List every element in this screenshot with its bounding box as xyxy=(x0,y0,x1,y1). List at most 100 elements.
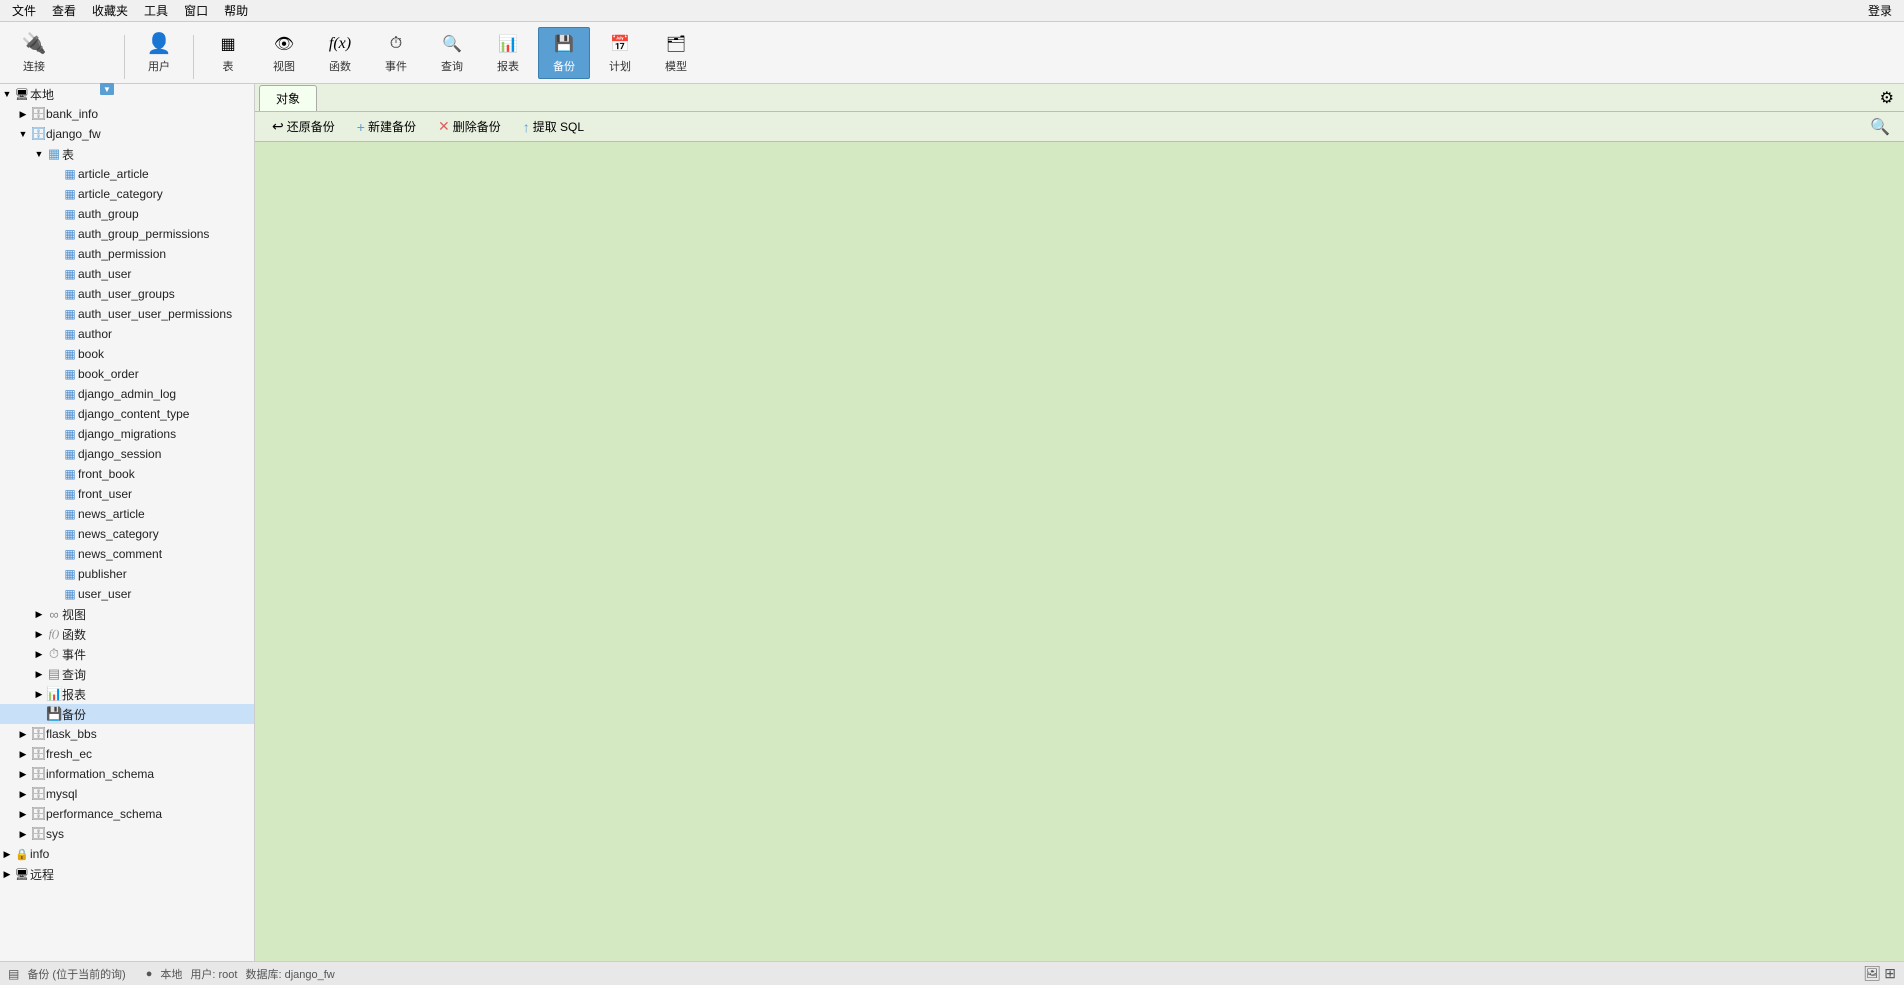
db-icon: 🗄 xyxy=(30,726,46,742)
sidebar-group-queries[interactable]: ▶ ▤ 查询 xyxy=(0,664,254,684)
sidebar-table-article_article[interactable]: ▦ article_article xyxy=(0,164,254,184)
sidebar-table-book_order[interactable]: ▦ book_order xyxy=(0,364,254,384)
dropdown-arrow: ▼ xyxy=(103,85,111,94)
sidebar-item-sys[interactable]: ▶ 🗄 sys xyxy=(0,824,254,844)
delete-backup-btn[interactable]: ✕ 删除备份 xyxy=(429,115,510,138)
sidebar-table-user_user[interactable]: ▦ user_user xyxy=(0,584,254,604)
sidebar-table-front_book[interactable]: ▦ front_book xyxy=(0,464,254,484)
table-row-icon: ▦ xyxy=(62,387,78,401)
sidebar-item-django_fw[interactable]: ▼ 🗄 django_fw xyxy=(0,124,254,144)
action-bar: ↩ 还原备份 + 新建备份 ✕ 删除备份 ↑ 提取 SQL 🔍 xyxy=(255,112,1904,142)
sidebar-item-info[interactable]: ▶ 🔒 info xyxy=(0,844,254,864)
sidebar-item-mysql[interactable]: ▶ 🗄 mysql xyxy=(0,784,254,804)
sidebar-table-auth_permission[interactable]: ▦ auth_permission xyxy=(0,244,254,264)
table-row-icon: ▦ xyxy=(62,167,78,181)
table-name-label: django_session xyxy=(78,447,254,461)
sidebar-item-flask_bbs[interactable]: ▶ 🗄 flask_bbs xyxy=(0,724,254,744)
sidebar-remote-header[interactable]: ▶ 🖥 远程 xyxy=(0,864,254,884)
tab-bar: 对象 ⚙ xyxy=(255,84,1904,112)
menu-item-help[interactable]: 帮助 xyxy=(216,0,256,21)
tool-plan[interactable]: 📅 计划 xyxy=(594,27,646,79)
tool-model[interactable]: 🗂 模型 xyxy=(650,27,702,79)
funcs-toggle: ▶ xyxy=(32,629,46,640)
sidebar-table-news_category[interactable]: ▦ news_category xyxy=(0,524,254,544)
table-name-label: auth_group_permissions xyxy=(78,227,254,241)
sidebar-table-auth_user[interactable]: ▦ auth_user xyxy=(0,264,254,284)
menu-item-tools[interactable]: 工具 xyxy=(136,0,176,21)
extract-sql-btn[interactable]: ↑ 提取 SQL xyxy=(514,115,593,138)
menu-item-favorites[interactable]: 收藏夹 xyxy=(84,0,136,21)
sidebar-table-django_session[interactable]: ▦ django_session xyxy=(0,444,254,464)
filter-icon[interactable]: ⚙ xyxy=(1874,88,1900,109)
sidebar-table-publisher[interactable]: ▦ publisher xyxy=(0,564,254,584)
tool-event[interactable]: ⏱ 事件 xyxy=(370,27,422,79)
sidebar-table-django_admin_log[interactable]: ▦ django_admin_log xyxy=(0,384,254,404)
sidebar-table-front_user[interactable]: ▦ front_user xyxy=(0,484,254,504)
connect-dropdown[interactable]: ▼ xyxy=(100,83,114,95)
table-row-icon: ▦ xyxy=(62,367,78,381)
report-icon: 📊 xyxy=(494,32,522,56)
sidebar-table-article_category[interactable]: ▦ article_category xyxy=(0,184,254,204)
tool-connect[interactable]: 🔌 连接 xyxy=(8,27,60,79)
sidebar-table-book[interactable]: ▦ book xyxy=(0,344,254,364)
views-icon: ∞ xyxy=(46,607,62,622)
backups-label: 备份 xyxy=(62,706,254,723)
sidebar-local-header[interactable]: ▼ 🖥 本地 xyxy=(0,84,254,104)
layout-icon-1[interactable]: 🖼 xyxy=(1863,965,1881,981)
layout-icon-2[interactable]: ⊞ xyxy=(1884,965,1896,981)
sidebar-item-fresh_ec[interactable]: ▶ 🗄 fresh_ec xyxy=(0,744,254,764)
local-toggle: ▼ xyxy=(0,89,14,99)
info-toggle: ▶ xyxy=(0,849,14,860)
db-icon: 🗄 xyxy=(30,106,46,122)
menu-item-window[interactable]: 窗口 xyxy=(176,0,216,21)
sidebar-table-author[interactable]: ▦ author xyxy=(0,324,254,344)
new-backup-btn[interactable]: + 新建备份 xyxy=(348,115,425,138)
content-search-icon[interactable]: 🔍 xyxy=(1864,117,1896,138)
table-row-icon: ▦ xyxy=(62,307,78,321)
table-row-icon: ▦ xyxy=(62,267,78,281)
content-panel: 对象 ⚙ ↩ 还原备份 + 新建备份 ✕ 删除备份 ↑ 提取 SQL xyxy=(255,84,1904,961)
table-row-icon: ▦ xyxy=(62,487,78,501)
sidebar-group-views[interactable]: ▶ ∞ 视图 xyxy=(0,604,254,624)
sidebar-table-news_comment[interactable]: ▦ news_comment xyxy=(0,544,254,564)
sidebar-table-auth_group_permissions[interactable]: ▦ auth_group_permissions xyxy=(0,224,254,244)
login-button[interactable]: 登录 xyxy=(1860,0,1900,21)
tool-query[interactable]: 🔍 查询 xyxy=(426,27,478,79)
sidebar-table-auth_user_user_permissions[interactable]: ▦ auth_user_user_permissions xyxy=(0,304,254,324)
sidebar-group-reports[interactable]: ▶ 📊 报表 xyxy=(0,684,254,704)
tool-table[interactable]: ▦ 表 xyxy=(202,27,254,79)
tool-model-label: 模型 xyxy=(665,58,687,74)
table-row-icon: ▦ xyxy=(62,427,78,441)
sidebar-group-events[interactable]: ▶ ⏱ 事件 xyxy=(0,644,254,664)
tool-user[interactable]: 👤 用户 xyxy=(133,27,185,79)
funcs-icon: f() xyxy=(46,628,62,640)
table-name-label: book xyxy=(78,347,254,361)
menu-item-view[interactable]: 查看 xyxy=(44,0,84,21)
sidebar-item-bank_info[interactable]: ▶ 🗄 bank_info xyxy=(0,104,254,124)
menu-item-file[interactable]: 文件 xyxy=(4,0,44,21)
sidebar-group-backups[interactable]: 💾 备份 xyxy=(0,704,254,724)
table-name-label: auth_user_groups xyxy=(78,287,254,301)
sidebar-table-django_migrations[interactable]: ▦ django_migrations xyxy=(0,424,254,444)
queries-icon: ▤ xyxy=(46,666,62,682)
tool-func[interactable]: f(x) 函数 xyxy=(314,27,366,79)
sidebar-item-information_schema[interactable]: ▶ 🗄 information_schema xyxy=(0,764,254,784)
toolbar: 🔌 连接 ▼ 👤 用户 ▦ 表 👁 视图 f(x) 函数 ⏱ 事件 🔍 查询 📊… xyxy=(0,22,1904,84)
sidebar-item-performance_schema[interactable]: ▶ 🗄 performance_schema xyxy=(0,804,254,824)
tool-backup[interactable]: 💾 备份 xyxy=(538,27,590,79)
restore-label: 还原备份 xyxy=(287,118,335,135)
tool-view[interactable]: 👁 视图 xyxy=(258,27,310,79)
sidebar-group-tables[interactable]: ▼ ▦ 表 xyxy=(0,144,254,164)
table-row-icon: ▦ xyxy=(62,187,78,201)
table-name-label: front_book xyxy=(78,467,254,481)
delete-backup-icon: ✕ xyxy=(438,118,450,135)
tool-report[interactable]: 📊 报表 xyxy=(482,27,534,79)
sidebar-table-auth_user_groups[interactable]: ▦ auth_user_groups xyxy=(0,284,254,304)
sidebar-table-auth_group[interactable]: ▦ auth_group xyxy=(0,204,254,224)
sidebar-table-django_content_type[interactable]: ▦ django_content_type xyxy=(0,404,254,424)
restore-backup-btn[interactable]: ↩ 还原备份 xyxy=(263,115,344,138)
tab-object[interactable]: 对象 xyxy=(259,85,317,111)
func-icon: f(x) xyxy=(326,32,354,56)
sidebar-group-funcs[interactable]: ▶ f() 函数 xyxy=(0,624,254,644)
sidebar-table-news_article[interactable]: ▦ news_article xyxy=(0,504,254,524)
